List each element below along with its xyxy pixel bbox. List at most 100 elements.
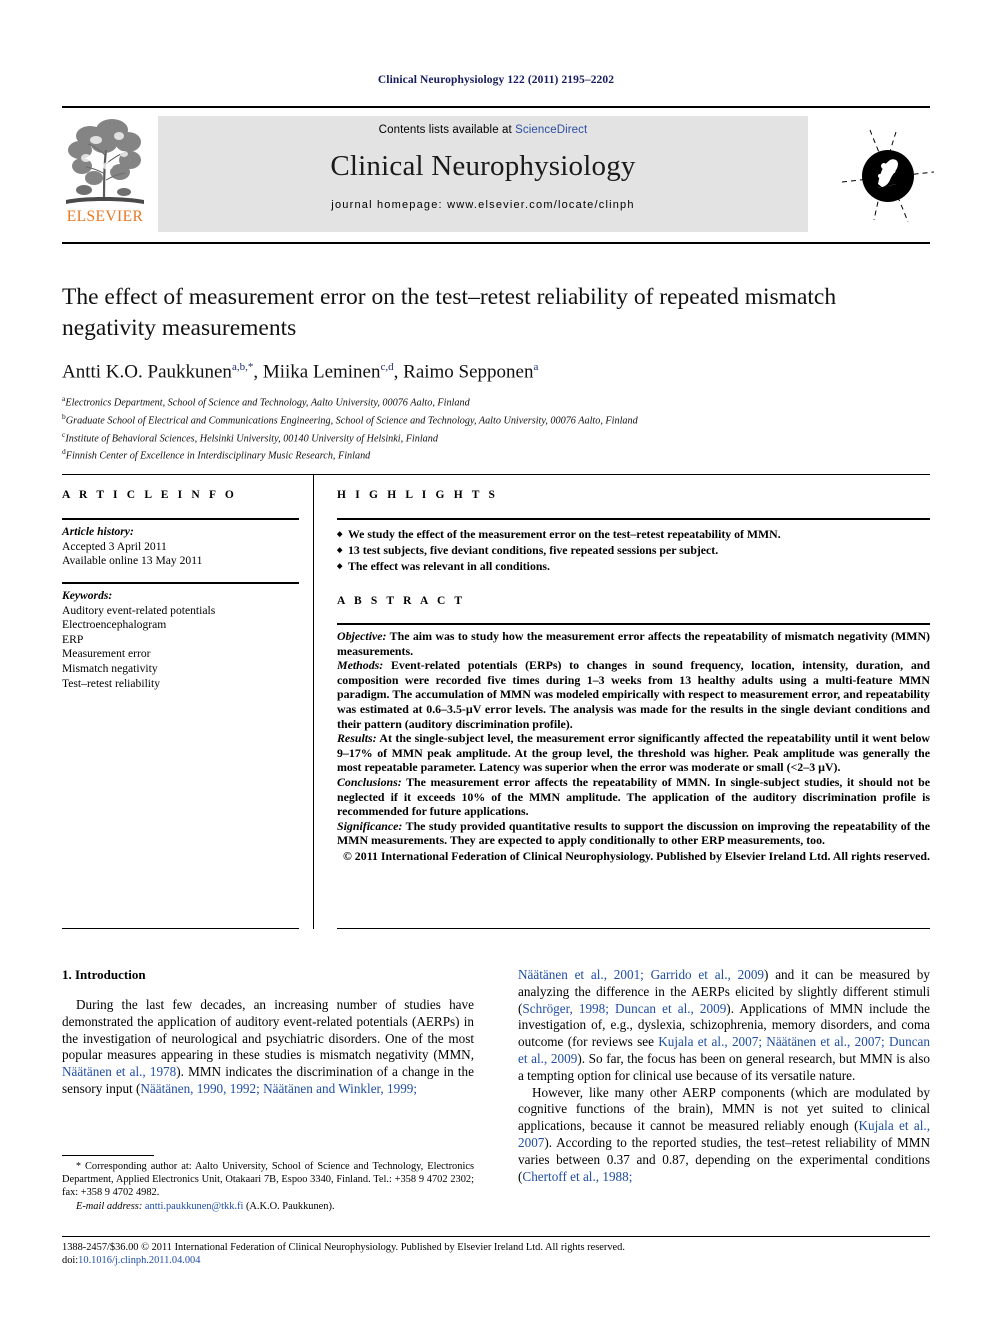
keyword-item: ERP [62, 632, 84, 646]
abstract-conclusions-label: Conclusions: [337, 774, 402, 789]
email-note: E-mail address: antti.paukkunen@tkk.fi (… [62, 1200, 474, 1213]
email-label: E-mail address: [76, 1200, 143, 1212]
highlight-item: 13 test subjects, five deviant condition… [337, 542, 930, 559]
article-history: Article history: Accepted 3 April 2011 A… [62, 525, 302, 569]
affiliation-item: dFinnish Center of Excellence in Interdi… [62, 445, 922, 463]
abstract-conclusions-text: The measurement error affects the repeat… [337, 774, 930, 819]
keyword-item: Measurement error [62, 647, 151, 661]
info-band-divider [313, 474, 314, 929]
corresponding-author-text: Corresponding author at: Aalto Universit… [62, 1161, 474, 1199]
citation-link[interactable]: Näätänen et al., 2001; Garrido et al., 2… [518, 967, 764, 982]
elsevier-logo: ELSEVIER [62, 116, 148, 234]
running-head: Clinical Neurophysiology 122 (2011) 2195… [377, 74, 615, 86]
masthead-rule [62, 242, 930, 244]
keyword-item: Electroencephalogram [62, 618, 167, 632]
highlights-rule [337, 518, 930, 520]
affiliation-item: bGraduate School of Electrical and Commu… [62, 410, 922, 428]
article-info-heading: A R T I C L E I N F O [62, 489, 237, 501]
keyword-item: Mismatch negativity [62, 661, 158, 675]
article-history-label: Article history: [62, 525, 134, 538]
info-band-bottom-rule-left [62, 928, 299, 929]
abstract-objective-text: The aim was to study how the measurement… [337, 629, 930, 658]
body-text: ). So far, the focus has been on general… [518, 1050, 930, 1083]
header-rule [62, 106, 930, 108]
abstract-methods-label: Methods: [337, 658, 384, 673]
email-link[interactable]: antti.paukkunen@tkk.fi [145, 1201, 243, 1212]
author-affil-marker-3: a [533, 361, 539, 373]
page-title: The effect of measurement error on the t… [62, 284, 837, 341]
abstract-results-text: At the single-subject level, the measure… [337, 731, 930, 775]
footnote-rule [62, 1155, 154, 1156]
abstract-significance-text: The study provided quantitative results … [337, 818, 930, 848]
abstract-heading: A B S T R A C T [337, 595, 466, 607]
affiliation-text: Electronics Department, School of Scienc… [65, 397, 470, 409]
contents-prefix: Contents lists available at [378, 124, 516, 136]
abstract-objective-label: Objective: [337, 629, 387, 643]
doi-line: doi:10.1016/j.clinph.2011.04.004 [62, 1254, 930, 1267]
affiliation-list: aElectronics Department, School of Scien… [62, 392, 922, 463]
available-online-date: Available online 13 May 2011 [62, 554, 203, 568]
highlight-item: We study the effect of the measurement e… [337, 526, 930, 543]
author-affil-marker-1: a,b,* [231, 361, 254, 373]
journal-banner: Contents lists available at ScienceDirec… [158, 116, 808, 232]
highlights-heading: H I G H L I G H T S [337, 489, 499, 501]
article-info-rule [62, 518, 299, 520]
citation-link[interactable]: Näätänen, 1990, 1992; Näätänen and Winkl… [140, 1081, 417, 1096]
keyword-item: Auditory event-related potentials [62, 603, 216, 617]
abstract-objective: Objective: The aim was to study how the … [337, 629, 930, 658]
sciencedirect-link[interactable]: ScienceDirect [515, 124, 587, 136]
keyword-item: Test–retest reliability [62, 676, 161, 690]
body-paragraph: During the last few decades, an increasi… [62, 997, 474, 1098]
body-column-left: During the last few decades, an increasi… [62, 997, 474, 1098]
keywords-rule [62, 582, 299, 584]
doi-label: doi: [62, 1255, 79, 1267]
info-band-bottom-rule-right [337, 928, 930, 929]
journal-title: Clinical Neurophysiology [330, 150, 636, 182]
abstract-conclusions: Conclusions: The measurement error affec… [337, 775, 930, 819]
footer-rule [62, 1236, 930, 1237]
doi-link[interactable]: 10.1016/j.clinph.2011.04.004 [78, 1255, 200, 1266]
abstract-copyright: © 2011 International Federation of Clini… [342, 848, 930, 863]
journal-homepage[interactable]: journal homepage: www.elsevier.com/locat… [158, 199, 808, 211]
journal-masthead: ELSEVIER Contents lists available at Sci… [62, 112, 935, 234]
body-paragraph: Näätänen et al., 2001; Garrido et al., 2… [518, 967, 930, 1085]
abstract-results-label: Results: [337, 731, 377, 746]
corresponding-author-note: * Corresponding author at: Aalto Univers… [62, 1160, 474, 1200]
highlights-list: We study the effect of the measurement e… [337, 526, 930, 576]
abstract-body: Objective: The aim was to study how the … [337, 629, 930, 864]
section-heading-introduction: 1. Introduction [62, 967, 146, 982]
citation-link[interactable]: Chertoff et al., 1988; [522, 1169, 632, 1184]
author-name-2: Miika Leminen [262, 361, 381, 383]
abstract-methods: Methods: Event-related potentials (ERPs)… [337, 658, 930, 731]
abstract-significance-label: Significance: [337, 818, 403, 833]
abstract-significance: Significance: The study provided quantit… [337, 819, 930, 848]
affiliation-text: Institute of Behavioral Sciences, Helsin… [65, 432, 438, 444]
info-band-top-rule [62, 474, 930, 475]
body-text: During the last few decades, an increasi… [62, 997, 474, 1063]
elsevier-tree-icon [66, 119, 144, 204]
affiliation-text: Finnish Center of Excellence in Interdis… [65, 450, 371, 462]
body-paragraph: However, like many other AERP components… [518, 1085, 930, 1186]
author-list: Antti K.O. Paukkunena,b,*, Miika Leminen… [62, 361, 539, 383]
journal-emblem-icon [841, 129, 935, 223]
imprint-block: 1388-2457/$36.00 © 2011 International Fe… [62, 1241, 930, 1268]
affiliation-text: Graduate School of Electrical and Commun… [65, 415, 638, 427]
author-name-1: Antti K.O. Paukkunen [62, 361, 232, 383]
email-suffix: (A.K.O. Paukkunen). [243, 1200, 335, 1212]
body-column-right: Näätänen et al., 2001; Garrido et al., 2… [518, 967, 930, 1185]
keyword-list: Keywords: Auditory event-related potenti… [62, 589, 302, 691]
abstract-methods-text: Event-related potentials (ERPs) to chang… [337, 658, 930, 731]
keywords-label: Keywords: [62, 589, 113, 602]
author-affil-marker-2: c,d [380, 361, 394, 373]
accepted-date: Accepted 3 April 2011 [62, 539, 167, 553]
highlight-item: The effect was relevant in all condition… [337, 558, 930, 575]
citation-link[interactable]: Schröger, 1998; Duncan et al., 2009 [522, 1001, 726, 1016]
citation-link[interactable]: Näätänen et al., 1978 [62, 1064, 176, 1079]
footnote-block: * Corresponding author at: Aalto Univers… [62, 1160, 474, 1213]
issn-copyright-line: 1388-2457/$36.00 © 2011 International Fe… [62, 1242, 625, 1253]
abstract-rule [337, 623, 930, 625]
affiliation-item: aElectronics Department, School of Scien… [62, 392, 922, 410]
author-name-3: Raimo Sepponen [403, 361, 534, 383]
paper-page: Clinical Neurophysiology 122 (2011) 2195… [0, 0, 992, 1323]
affiliation-item: cInstitute of Behavioral Sciences, Helsi… [62, 428, 922, 446]
